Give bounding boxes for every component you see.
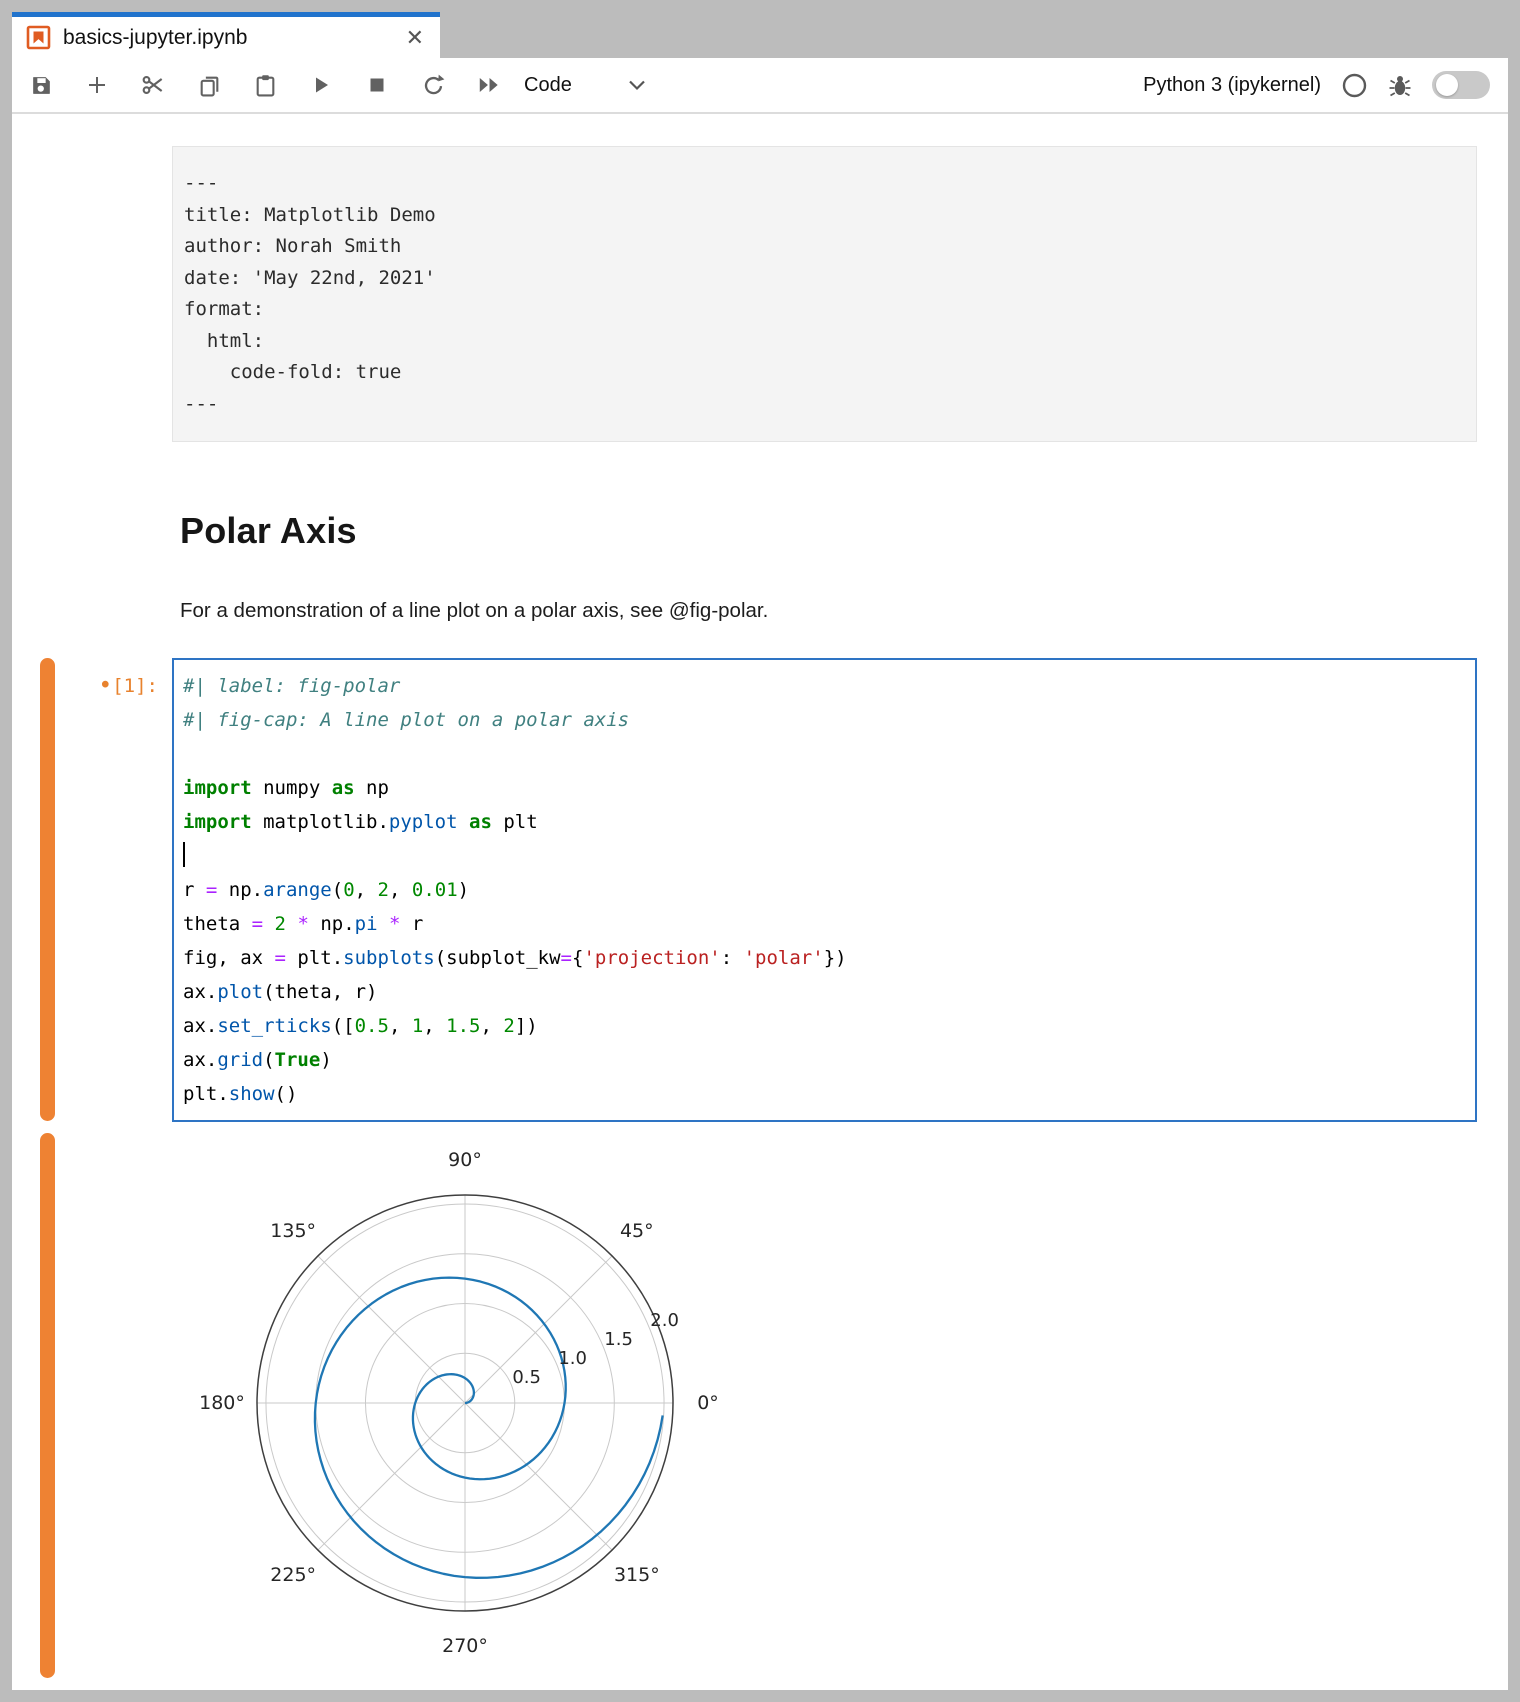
paste-icon xyxy=(253,73,278,98)
theta-tick-label: 270° xyxy=(442,1635,488,1657)
theta-gridline xyxy=(318,1403,465,1550)
text-cursor xyxy=(183,842,185,867)
theta-tick-label: 90° xyxy=(448,1149,482,1171)
run-all-button[interactable] xyxy=(476,72,502,98)
code-line: ax.set_rticks([0.5, 1, 1.5, 2]) xyxy=(183,1009,1467,1043)
cut-button[interactable] xyxy=(140,72,166,98)
bug-icon[interactable] xyxy=(1388,72,1412,98)
code-line xyxy=(183,737,1467,771)
jupyterlab-window: basics-jupyter.ipynb ✕ xyxy=(0,0,1520,1702)
run-icon xyxy=(309,73,333,97)
code-line: r = np.arange(0, 2, 0.01) xyxy=(183,873,1467,907)
code-line: fig, ax = plt.subplots(subplot_kw={'proj… xyxy=(183,941,1467,975)
raw-cell-line: code-fold: true xyxy=(184,357,1466,389)
plus-icon xyxy=(85,73,109,97)
paste-button[interactable] xyxy=(252,72,278,98)
raw-cell-line: --- xyxy=(184,168,1466,200)
tab-title: basics-jupyter.ipynb xyxy=(63,26,394,50)
notebook-icon xyxy=(26,25,51,50)
r-tick-label: 1.5 xyxy=(604,1329,633,1350)
copy-icon xyxy=(197,73,222,98)
code-cell-editor[interactable]: #| label: fig-polar#| fig-cap: A line pl… xyxy=(172,658,1477,1122)
input-collapser[interactable] xyxy=(40,658,55,1121)
restart-icon xyxy=(421,73,446,98)
code-line: import matplotlib.pyplot as plt xyxy=(183,805,1467,839)
toggle-knob xyxy=(1436,74,1458,96)
theta-tick-label: 180° xyxy=(199,1392,245,1414)
cell-type-dropdown[interactable]: Code xyxy=(524,74,646,97)
toolbar-right-group: Python 3 (ipykernel) xyxy=(1143,71,1490,99)
code-line: import numpy as np xyxy=(183,771,1467,805)
restart-button[interactable] xyxy=(420,72,446,98)
raw-cell-line: format: xyxy=(184,294,1466,326)
kernel-status-icon[interactable] xyxy=(1341,72,1368,99)
raw-cell-line: --- xyxy=(184,389,1466,421)
chevron-down-icon xyxy=(628,79,646,91)
r-tick-label: 1.0 xyxy=(558,1348,587,1369)
code-line: #| label: fig-polar xyxy=(183,669,1467,703)
raw-cell-line: date: 'May 22nd, 2021' xyxy=(184,263,1466,295)
execution-count: [1]: xyxy=(112,675,158,697)
raw-cell-line: author: Norah Smith xyxy=(184,231,1466,263)
page-title: Polar Axis xyxy=(180,510,357,552)
raw-cell-line: html: xyxy=(184,326,1466,358)
save-button[interactable] xyxy=(28,72,54,98)
code-line: plt.show() xyxy=(183,1077,1467,1111)
cell-type-value: Code xyxy=(524,74,572,97)
copy-button[interactable] xyxy=(196,72,222,98)
theta-tick-label: 315° xyxy=(614,1564,660,1586)
raw-cell-line: title: Matplotlib Demo xyxy=(184,200,1466,232)
r-tick-label: 0.5 xyxy=(512,1367,541,1388)
execution-prompt: •[1]: xyxy=(72,670,158,703)
theta-tick-label: 225° xyxy=(270,1564,316,1586)
stop-button[interactable] xyxy=(364,72,390,98)
stop-icon xyxy=(365,73,389,97)
code-line: #| fig-cap: A line plot on a polar axis xyxy=(183,703,1467,737)
theta-gridline xyxy=(465,1403,612,1550)
code-line: theta = 2 * np.pi * r xyxy=(183,907,1467,941)
theta-tick-label: 45° xyxy=(620,1220,654,1242)
output-collapser[interactable] xyxy=(40,1133,55,1678)
run-button[interactable] xyxy=(308,72,334,98)
kernel-name[interactable]: Python 3 (ipykernel) xyxy=(1143,74,1321,97)
theta-tick-label: 135° xyxy=(270,1220,316,1242)
r-tick-label: 2.0 xyxy=(650,1310,679,1331)
code-line: ax.grid(True) xyxy=(183,1043,1467,1077)
notebook-toolbar: Code Python 3 (ipykernel) xyxy=(12,58,1508,112)
toolbar-left-group xyxy=(28,72,502,98)
tab-bar: basics-jupyter.ipynb ✕ xyxy=(12,12,1508,58)
notebook-panel: basics-jupyter.ipynb ✕ xyxy=(12,12,1508,1690)
code-line: ax.plot(theta, r) xyxy=(183,975,1467,1009)
notebook-content: ---title: Matplotlib Demoauthor: Norah S… xyxy=(12,112,1508,1690)
insert-cell-button[interactable] xyxy=(84,72,110,98)
raw-cell-yaml[interactable]: ---title: Matplotlib Demoauthor: Norah S… xyxy=(172,146,1477,442)
scissors-icon xyxy=(140,72,166,98)
polar-plot-output: 0° 45° 90° 135° 180° 225° 270° 315° 0.5 1.0 1.5 2.0 xyxy=(195,1133,735,1673)
spiral-line xyxy=(315,1278,663,1578)
fast-forward-icon xyxy=(476,72,502,98)
markdown-paragraph: For a demonstration of a line plot on a … xyxy=(180,599,768,623)
tab-basics-jupyter[interactable]: basics-jupyter.ipynb ✕ xyxy=(12,12,440,58)
theta-tick-label: 0° xyxy=(697,1392,719,1414)
save-icon xyxy=(29,73,54,98)
simple-mode-toggle[interactable] xyxy=(1432,71,1490,99)
close-icon[interactable]: ✕ xyxy=(406,27,424,49)
modified-dot: • xyxy=(98,673,112,699)
code-line xyxy=(183,839,1467,873)
